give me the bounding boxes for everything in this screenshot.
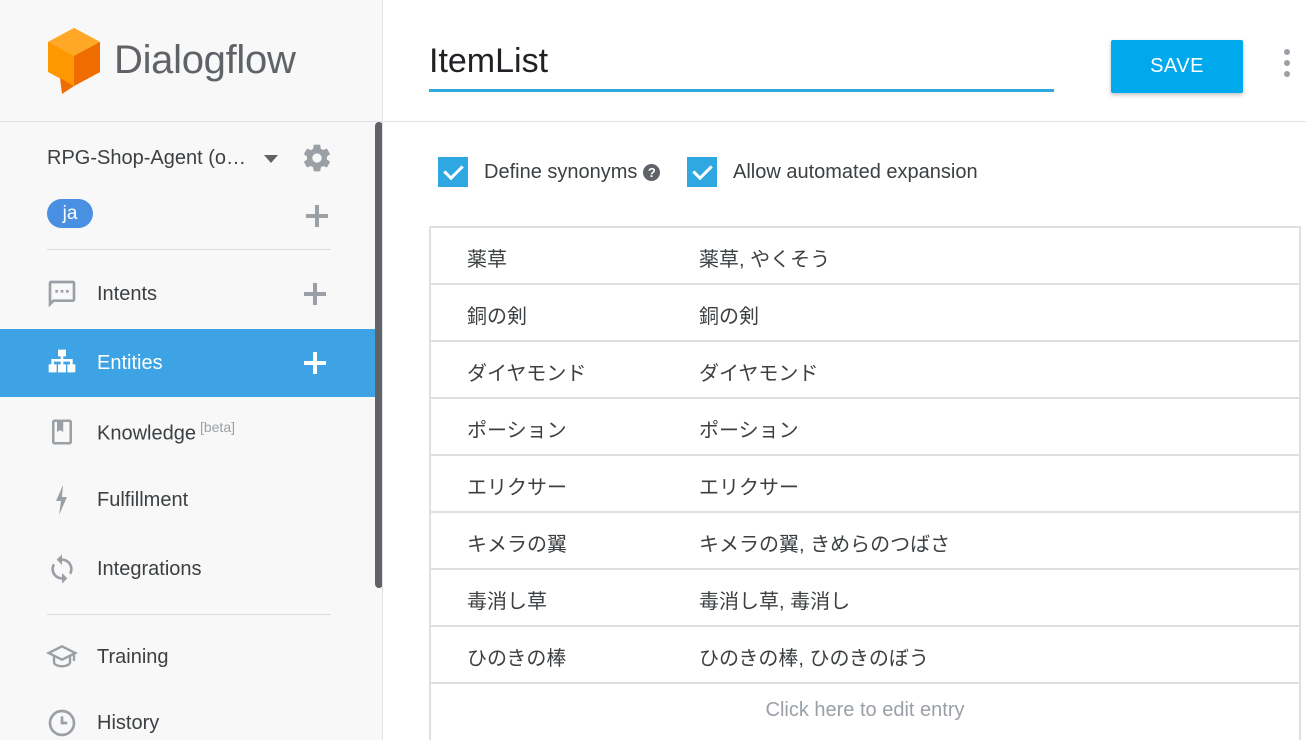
entry-value[interactable]: エリクサー (467, 471, 567, 500)
sidebar-item-label: Entities (97, 351, 163, 374)
table-row[interactable]: ポーション ポーション (431, 399, 1299, 456)
sidebar-item-intents[interactable]: Intents (0, 260, 376, 328)
sidebar-scrollbar[interactable] (375, 122, 382, 588)
lightning-icon (45, 483, 79, 517)
entry-synonyms[interactable]: キメラの翼, きめらのつばさ (699, 528, 950, 557)
entry-synonyms[interactable]: 銅の剣 (699, 300, 759, 329)
entity-name-input[interactable]: ItemList (429, 40, 1054, 92)
more-vert-icon[interactable] (1280, 49, 1294, 77)
entry-value[interactable]: ダイヤモンド (467, 357, 586, 386)
add-language-button[interactable] (306, 205, 328, 227)
entry-synonyms[interactable]: 毒消し草, 毒消し (699, 585, 850, 614)
define-synonyms-label: Define synonyms (484, 160, 638, 183)
dialogflow-logo-icon (48, 27, 100, 94)
entry-value[interactable]: ポーション (467, 414, 567, 443)
table-row[interactable]: ひのきの棒 ひのきの棒, ひのきのぼう (431, 627, 1299, 684)
chat-bubble-icon (45, 277, 79, 311)
table-row[interactable]: ダイヤモンド ダイヤモンド (431, 342, 1299, 399)
graduation-cap-icon (45, 640, 79, 674)
hierarchy-icon (45, 346, 79, 380)
entry-value[interactable]: キメラの翼 (467, 528, 567, 557)
entry-synonyms[interactable]: エリクサー (699, 471, 799, 500)
automated-expansion-checkbox[interactable] (687, 157, 717, 187)
sync-icon (45, 552, 79, 586)
entity-name-value: ItemList (429, 42, 549, 80)
logo-text: Dialogflow (114, 38, 296, 82)
divider (47, 614, 331, 615)
gear-icon[interactable] (301, 142, 333, 174)
sidebar-item-label: Training (97, 645, 169, 668)
language-row: ja (47, 199, 337, 229)
chevron-down-icon[interactable] (263, 155, 278, 163)
sidebar-item-training[interactable]: Training (0, 623, 376, 691)
agent-selector[interactable]: RPG-Shop-Agent (o… (47, 140, 337, 176)
sidebar-item-fulfillment[interactable]: Fulfillment (0, 466, 376, 534)
entry-value[interactable]: 毒消し草 (467, 585, 547, 614)
sidebar-item-label: Knowledge [beta] (97, 419, 235, 446)
table-row[interactable]: キメラの翼 キメラの翼, きめらのつばさ (431, 513, 1299, 570)
entry-value[interactable]: ひのきの棒 (467, 642, 566, 671)
entry-synonyms[interactable]: ポーション (699, 414, 799, 443)
table-row[interactable]: 毒消し草 毒消し草, 毒消し (431, 570, 1299, 627)
define-synonyms-checkbox[interactable] (438, 157, 468, 187)
entries-table: 薬草 薬草, やくそう 銅の剣 銅の剣 ダイヤモンド ダイヤモンド ポーション … (429, 226, 1301, 740)
sidebar-item-label: Fulfillment (97, 488, 189, 511)
save-button[interactable]: SAVE (1111, 40, 1243, 93)
sidebar: Dialogflow RPG-Shop-Agent (o… ja Intents… (0, 0, 383, 740)
add-intent-button[interactable] (304, 283, 326, 305)
book-icon (45, 415, 79, 449)
agent-name: RPG-Shop-Agent (o… (47, 146, 246, 169)
sidebar-item-knowledge[interactable]: Knowledge [beta] (0, 398, 376, 466)
edit-entry-placeholder: Click here to edit entry (765, 699, 965, 721)
entry-synonyms[interactable]: ひのきの棒, ひのきのぼう (699, 642, 929, 671)
beta-badge: [beta] (199, 418, 235, 435)
sidebar-item-integrations[interactable]: Integrations (0, 535, 376, 603)
entry-synonyms[interactable]: ダイヤモンド (699, 357, 818, 386)
entry-value[interactable]: 薬草 (467, 243, 507, 272)
clock-icon (45, 706, 79, 740)
table-row[interactable]: 薬草 薬草, やくそう (431, 228, 1299, 285)
logo[interactable]: Dialogflow (0, 0, 382, 122)
add-entry-row[interactable]: Click here to edit entry (431, 684, 1299, 740)
sidebar-item-label: Intents (97, 282, 158, 305)
automated-expansion-label: Allow automated expansion (733, 160, 978, 183)
entry-value[interactable]: 銅の剣 (467, 300, 527, 329)
divider (47, 249, 331, 250)
define-synonyms-option: Define synonyms ? (438, 156, 661, 188)
add-entity-button[interactable] (304, 352, 326, 374)
table-row[interactable]: 銅の剣 銅の剣 (431, 285, 1299, 342)
table-row[interactable]: エリクサー エリクサー (431, 456, 1299, 513)
sidebar-item-entities[interactable]: Entities (0, 329, 376, 397)
sidebar-item-label: History (97, 711, 160, 734)
help-icon[interactable]: ? (643, 163, 661, 181)
automated-expansion-option: Allow automated expansion (687, 156, 978, 188)
entity-header: ItemList SAVE (384, 0, 1306, 122)
language-chip[interactable]: ja (47, 199, 93, 228)
entry-synonyms[interactable]: 薬草, やくそう (699, 243, 830, 272)
knowledge-label: Knowledge (97, 422, 196, 445)
sidebar-item-history[interactable]: History (0, 689, 376, 740)
sidebar-item-label: Integrations (97, 557, 202, 580)
